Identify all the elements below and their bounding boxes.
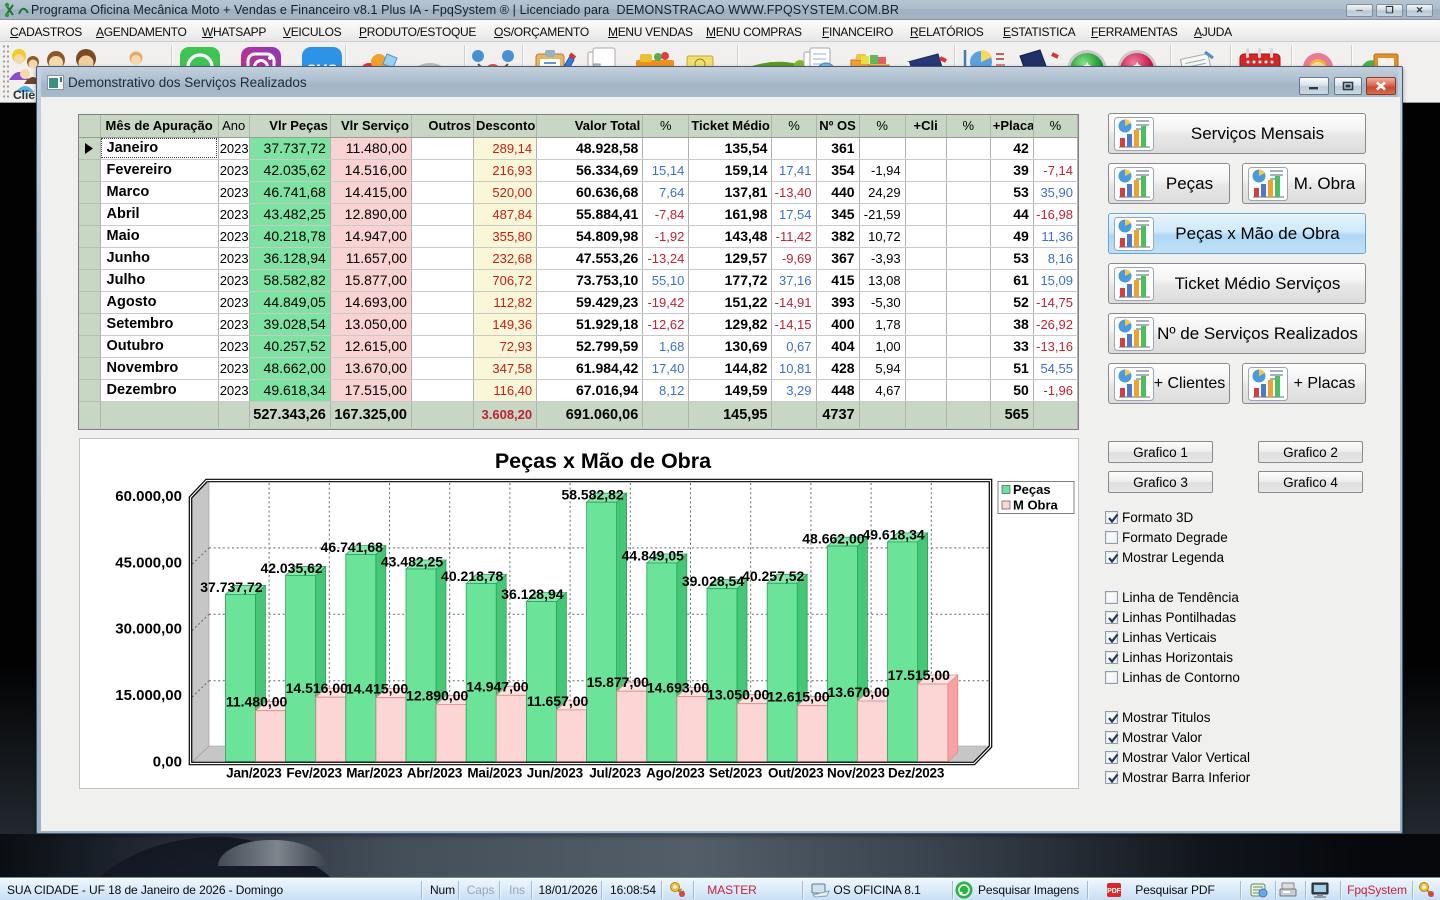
svg-text:30.000,00: 30.000,00 [115,621,182,638]
svg-text:12.615,00: 12.615,00 [767,689,829,705]
svg-text:12.890,00: 12.890,00 [406,687,468,703]
svg-text:14.516,00: 14.516,00 [286,680,348,696]
svg-text:14.415,00: 14.415,00 [346,681,408,697]
svg-text:43.482,25: 43.482,25 [381,554,443,570]
svg-text:Peças: Peças [1013,482,1051,497]
svg-text:45.000,00: 45.000,00 [115,554,182,571]
svg-text:PDF: PDF [1107,888,1122,895]
svg-text:40.257,52: 40.257,52 [742,568,804,584]
svg-text:Abr/2023: Abr/2023 [407,766,463,781]
svg-text:15.877,00: 15.877,00 [587,674,649,690]
svg-text:14.947,00: 14.947,00 [466,678,528,694]
svg-text:44.849,05: 44.849,05 [622,548,684,564]
svg-text:Fev/2023: Fev/2023 [286,766,342,781]
svg-text:49.618,34: 49.618,34 [862,526,924,542]
svg-text:60.000,00: 60.000,00 [115,488,182,505]
svg-text:37.737,72: 37.737,72 [200,579,262,595]
svg-text:42.035,62: 42.035,62 [260,560,322,576]
svg-text:Out/2023: Out/2023 [768,766,824,781]
svg-text:Jan/2023: Jan/2023 [226,766,282,781]
svg-text:39.028,54: 39.028,54 [682,573,744,589]
svg-text:46.741,68: 46.741,68 [321,539,383,555]
svg-text:Peças x Mão de Obra: Peças x Mão de Obra [495,449,712,473]
svg-text:48.662,00: 48.662,00 [802,531,864,547]
svg-text:Jul/2023: Jul/2023 [589,766,641,781]
svg-text:M Obra: M Obra [1013,498,1059,513]
svg-text:11.480,00: 11.480,00 [226,694,288,710]
svg-text:40.218,78: 40.218,78 [441,568,503,584]
svg-text:17.515,00: 17.515,00 [888,667,950,683]
svg-text:Mar/2023: Mar/2023 [346,766,403,781]
svg-text:13.050,00: 13.050,00 [707,687,769,703]
svg-text:13.670,00: 13.670,00 [827,684,889,700]
svg-text:14.693,00: 14.693,00 [647,680,709,696]
svg-text:15.000,00: 15.000,00 [115,687,182,704]
svg-text:Set/2023: Set/2023 [709,766,763,781]
svg-text:11.657,00: 11.657,00 [527,693,589,709]
svg-text:58.582,82: 58.582,82 [561,487,623,503]
svg-text:36.128,94: 36.128,94 [501,586,563,602]
svg-text:Mai/2023: Mai/2023 [467,766,522,781]
svg-text:0,00: 0,00 [153,754,182,771]
svg-text:Nov/2023: Nov/2023 [827,766,885,781]
svg-text:Dez/2023: Dez/2023 [888,766,945,781]
svg-text:Jun/2023: Jun/2023 [527,766,584,781]
svg-text:Ago/2023: Ago/2023 [646,766,705,781]
